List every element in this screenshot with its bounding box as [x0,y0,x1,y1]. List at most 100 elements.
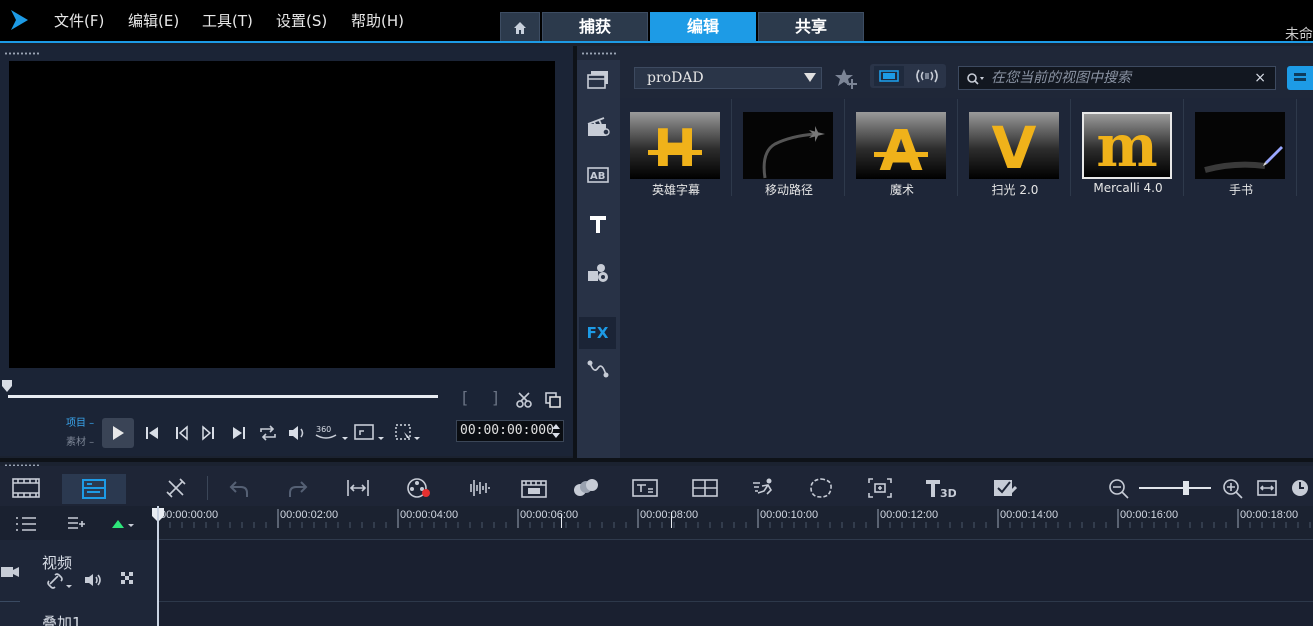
time-remapping-icon[interactable] [752,477,778,499]
effect-thumbnail-image: m [1084,114,1170,177]
clear-search-icon[interactable]: × [1254,67,1266,89]
fit-project-icon[interactable] [346,478,370,498]
instant-project-icon[interactable] [586,116,610,138]
volume-icon[interactable] [287,424,307,442]
chapter-cue-icon[interactable] [66,516,90,532]
previous-frame-icon[interactable] [174,425,190,441]
tab-share[interactable]: 共享 [758,12,864,42]
selection-tool-icon[interactable] [394,423,426,443]
painting-creator-icon[interactable] [992,477,1018,499]
library-item[interactable]: 手书 [1185,99,1297,197]
ruler-label: 00:00:06:00 [520,509,579,521]
motion-tracking-icon[interactable] [572,477,600,499]
timeline-ruler[interactable]: 00:00:00:00 00:00:02:00 00:00:04:00 00:0… [158,506,1313,540]
aspect-ratio-icon[interactable] [354,423,386,443]
library-item[interactable]: V 扫光 2.0 [959,99,1071,197]
effect-thumbnail-image [743,112,833,179]
media-icon[interactable] [586,68,610,90]
view-360-icon[interactable]: 360 [314,423,348,443]
track-name-video: 视频 [42,554,73,572]
mark-in-icon[interactable]: [ [462,388,468,407]
add-to-favorites-icon[interactable] [834,67,858,89]
track-manager-icon[interactable] [14,516,38,532]
library-item[interactable]: H 英雄字幕 [620,99,732,197]
timecode-display[interactable]: 00:00:00:000 [456,420,564,442]
mask-creator-icon[interactable] [808,477,834,499]
svg-text:H: H [653,119,697,179]
menu-settings[interactable]: 设置(S) [276,10,327,31]
play-button[interactable] [102,418,134,448]
copy-icon[interactable] [544,391,562,409]
tab-capture[interactable]: 捕获 [542,12,648,42]
track-mode-icon[interactable] [110,516,136,532]
mode-clip[interactable]: 素材 – [66,433,94,452]
tab-home[interactable] [500,12,540,42]
timeline-divider[interactable] [0,458,1313,462]
ruler-label: 00:00:18:00 [1240,509,1299,521]
scrub-bar[interactable] [8,395,438,398]
library-search-input[interactable]: 在您当前的视图中搜索 × [958,66,1276,90]
menu-tools[interactable]: 工具(T) [202,10,253,31]
audio-view-icon[interactable] [914,68,940,84]
next-frame-icon[interactable] [200,425,216,441]
toolbar-separator [207,476,208,500]
mode-project[interactable]: 项目 – [66,414,94,433]
library-grip[interactable] [581,52,617,55]
scrub-handle[interactable] [2,380,12,392]
chevron-down-icon [804,73,816,82]
menu-edit[interactable]: 编辑(E) [128,10,179,31]
library-item[interactable]: 移动路径 [733,99,845,197]
ripple-editing-icon[interactable] [120,571,136,587]
thumbnail-view-button[interactable] [874,66,904,86]
item-label: 扫光 2.0 [991,183,1039,197]
tools-icon[interactable] [166,478,188,498]
library-item-selected[interactable]: m Mercalli 4.0 [1072,99,1184,196]
mute-audio-icon[interactable] [83,572,103,588]
title-icon[interactable] [587,213,609,235]
tab-edit[interactable]: 编辑 [650,12,756,42]
split-clip-icon[interactable] [515,391,533,409]
accent-line [0,41,1313,43]
record-capture-icon[interactable] [406,477,432,499]
menu-file[interactable]: 文件(F) [54,10,104,31]
zoom-in-icon[interactable] [1222,478,1244,500]
repeat-icon[interactable] [258,424,278,442]
timeline-view-button[interactable] [62,474,126,504]
undo-icon[interactable] [228,479,250,499]
zoom-slider[interactable] [1139,487,1211,489]
go-end-icon[interactable] [231,425,247,441]
redo-icon[interactable] [287,479,309,499]
thumbnail [743,112,833,179]
svg-text:3D: 3D [940,487,956,499]
pan-zoom-icon[interactable] [867,477,893,499]
mark-out-icon[interactable]: ] [492,388,498,407]
filter-category-dropdown[interactable]: proDAD [634,67,822,89]
library-item[interactable]: A 魔术 [846,99,958,197]
ruler-cursor-mark [671,512,672,528]
track-separator [158,601,1313,602]
storyboard-view-icon[interactable] [12,478,40,498]
effect-thumbnail-image: H [630,112,720,179]
motion-path-icon[interactable] [586,358,610,380]
graphics-icon[interactable] [586,262,610,284]
menu-help[interactable]: 帮助(H) [351,10,404,31]
3d-title-editor-icon[interactable]: 3D [924,477,956,499]
go-start-icon[interactable] [144,425,160,441]
zoom-slider-handle[interactable] [1183,481,1189,495]
view-toggle-group [870,64,946,88]
zoom-out-icon[interactable] [1108,478,1130,500]
panel-grip[interactable] [4,52,40,55]
filter-fx-tab[interactable]: FX [579,317,616,349]
subtitle-editor-icon[interactable] [632,478,658,498]
project-duration-icon[interactable] [1290,478,1310,498]
transition-icon[interactable]: AB [586,164,610,186]
link-icon[interactable] [46,572,74,590]
library-options-button[interactable] [1287,66,1313,90]
split-screen-icon[interactable] [692,478,718,498]
timecode-stepper-icon[interactable] [551,422,561,440]
thumbnail-view-icon [879,70,899,82]
home-icon [514,22,526,34]
fit-timeline-icon[interactable] [1257,479,1277,497]
auto-music-icon[interactable] [465,477,491,499]
multi-camera-icon[interactable] [521,477,547,499]
